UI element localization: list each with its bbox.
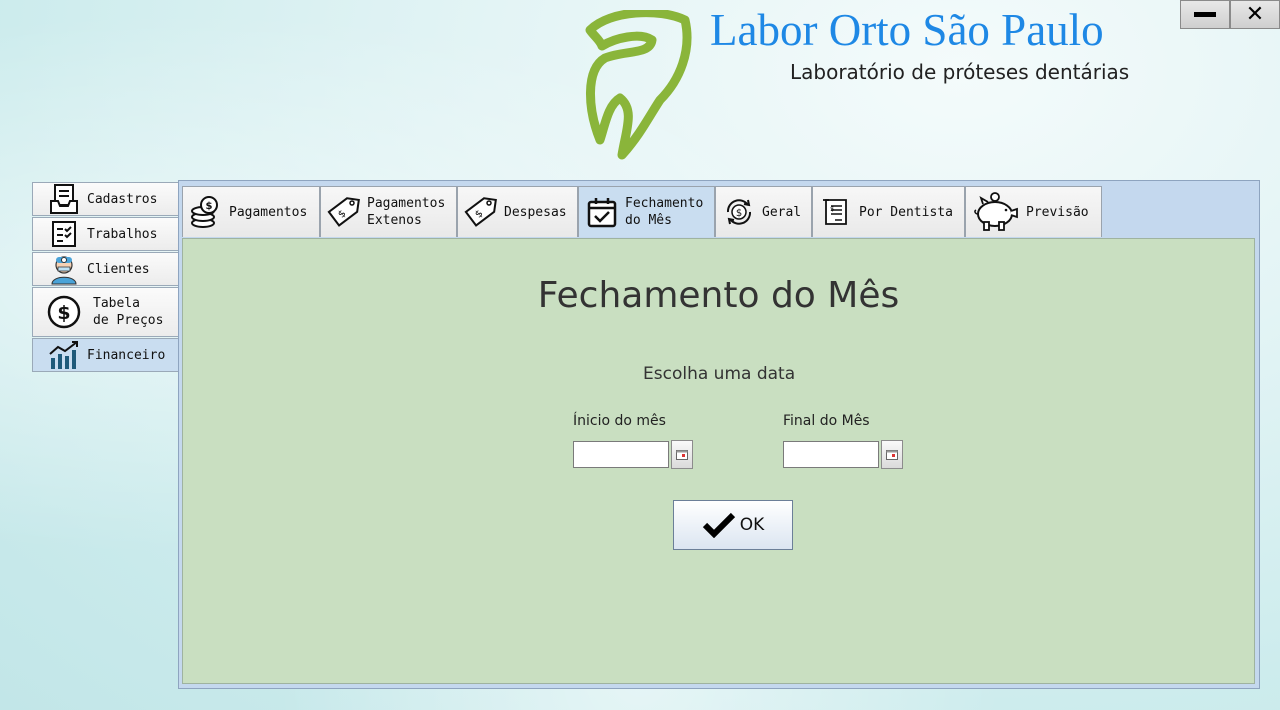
tab-previsao[interactable]: Previsão — [965, 186, 1102, 237]
page-title: Fechamento do Mês — [537, 275, 900, 316]
document-tray-icon — [47, 182, 81, 216]
tab-bar: $ Pagamentos $ Pagamentos Extenos $ Desp… — [182, 186, 1102, 237]
close-icon: ✕ — [1245, 1, 1265, 27]
tab-label-line1: Pagamentos — [367, 196, 446, 211]
svg-text:$: $ — [736, 208, 742, 219]
svg-text:$: $ — [206, 201, 213, 212]
side-item-label: Trabalhos — [87, 226, 158, 242]
main-panel: $ Pagamentos $ Pagamentos Extenos $ Desp… — [178, 180, 1260, 689]
calendar-check-icon — [585, 195, 619, 229]
svg-text:$: $ — [830, 205, 834, 213]
side-item-financeiro[interactable]: Financeiro — [32, 338, 178, 372]
side-item-cadastros[interactable]: Cadastros — [32, 182, 178, 216]
tab-label: Pagamentos — [229, 204, 308, 220]
end-date-input[interactable] — [783, 441, 879, 468]
side-item-label: Cadastros — [87, 191, 158, 207]
coins-stack-icon: $ — [189, 195, 223, 229]
checklist-icon — [47, 217, 81, 251]
growth-chart-icon — [47, 338, 81, 372]
dollar-cycle-icon: $ — [722, 195, 756, 229]
date-prompt: Escolha uma data — [643, 364, 796, 384]
fechamento-content: Fechamento do Mês Escolha uma data Ínici… — [182, 238, 1255, 684]
side-nav: Cadastros Trabalhos Clientes $ Tabela de… — [32, 182, 178, 373]
price-tag-icon: $ — [464, 195, 498, 229]
side-item-label: Financeiro — [87, 347, 166, 363]
calendar-icon — [886, 449, 898, 460]
side-item-clientes[interactable]: Clientes — [32, 252, 178, 286]
start-date-picker-button[interactable] — [671, 440, 693, 469]
minimize-icon — [1194, 12, 1216, 17]
side-item-trabalhos[interactable]: Trabalhos — [32, 217, 178, 251]
close-button[interactable]: ✕ — [1230, 0, 1280, 29]
side-item-label-line1: Tabela — [93, 296, 140, 311]
tab-fechamento-do-mes[interactable]: Fechamento do Mês — [578, 186, 715, 237]
tab-label-line2: Extenos — [367, 213, 422, 228]
dentist-icon — [47, 252, 81, 286]
piggy-bank-icon — [972, 192, 1020, 231]
checkmark-icon — [702, 512, 736, 538]
start-date-input[interactable] — [573, 441, 669, 468]
side-item-label: Clientes — [87, 261, 150, 277]
start-date-label: Ínicio do mês — [573, 413, 666, 429]
tab-despesas[interactable]: $ Despesas — [457, 186, 578, 237]
ok-button[interactable]: OK — [673, 500, 793, 550]
tab-geral[interactable]: $ Geral — [715, 186, 812, 237]
side-item-label-line2: de Preços — [93, 313, 164, 328]
price-tag-icon: $ — [327, 195, 361, 229]
calendar-icon — [676, 449, 688, 460]
ok-label: OK — [739, 515, 765, 535]
end-date-picker-button[interactable] — [881, 440, 903, 469]
tab-label-line1: Fechamento — [625, 196, 704, 211]
side-item-tabela-precos[interactable]: $ Tabela de Preços — [32, 287, 178, 337]
dollar-coin-icon: $ — [47, 295, 81, 329]
minimize-button[interactable] — [1180, 0, 1230, 29]
tab-label-line2: do Mês — [625, 213, 672, 228]
end-date-label: Final do Mês — [783, 413, 870, 429]
svg-text:$: $ — [57, 302, 70, 324]
tab-por-dentista[interactable]: $ Por Dentista — [812, 186, 965, 237]
tab-label: Por Dentista — [859, 204, 953, 220]
brand-subtitle: Laboratório de próteses dentárias — [790, 60, 1130, 84]
tab-label: Geral — [762, 204, 802, 220]
receipt-icon: $ — [819, 195, 853, 229]
tab-label: Despesas — [504, 204, 567, 220]
tab-pagamentos-extenos[interactable]: $ Pagamentos Extenos — [320, 186, 457, 237]
tooth-logo-icon — [580, 8, 695, 160]
brand-title: Labor Orto São Paulo — [710, 5, 1104, 55]
tab-label: Previsão — [1026, 204, 1089, 220]
tab-pagamentos[interactable]: $ Pagamentos — [182, 186, 320, 237]
